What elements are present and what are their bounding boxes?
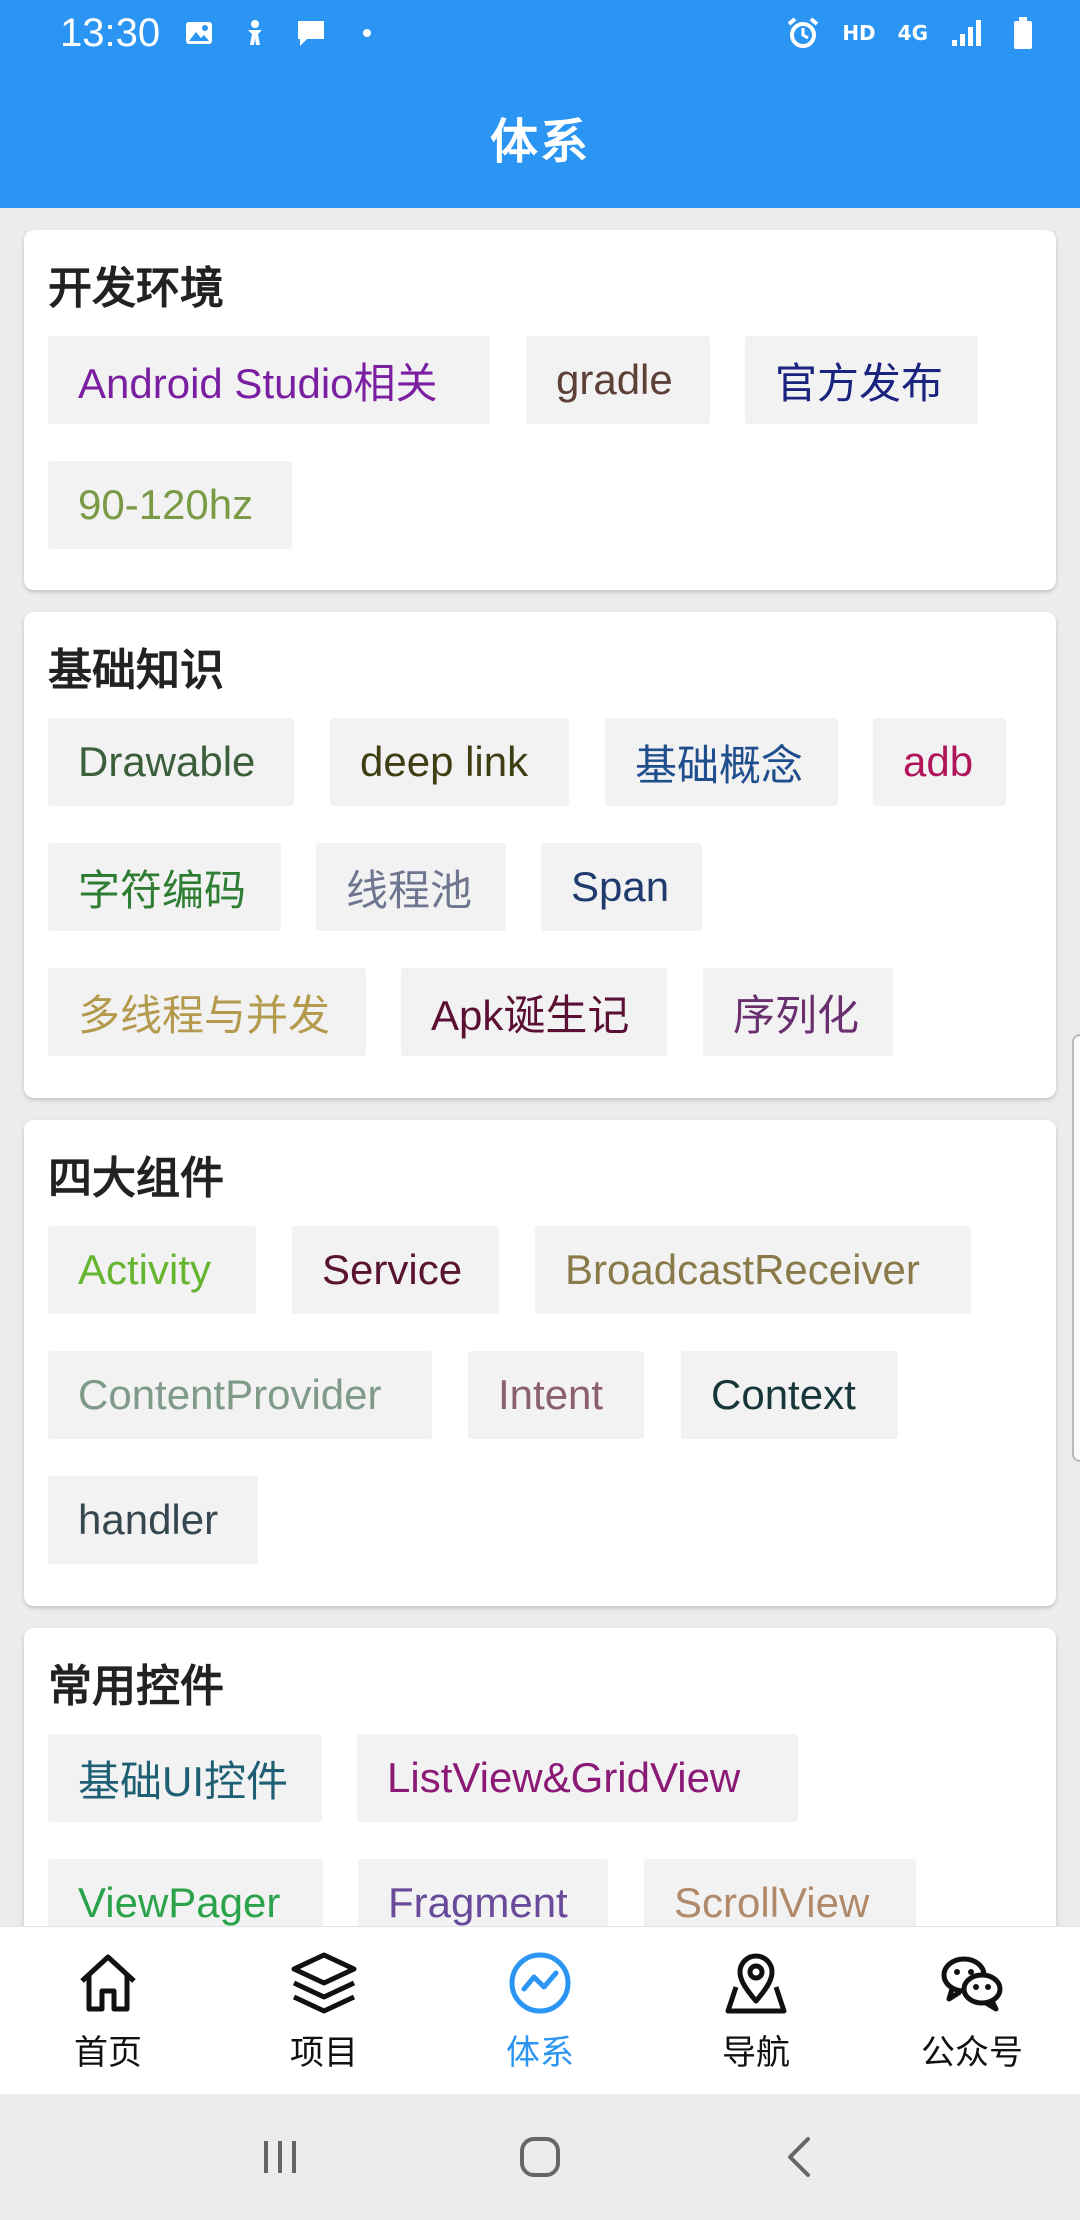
category-card-basics: 基础知识 Drawable deep link 基础概念 adb 字符编码 线程… bbox=[24, 612, 1056, 1098]
nav-item-system[interactable]: 体系 bbox=[432, 1927, 648, 2094]
image-icon bbox=[182, 16, 216, 50]
wechat-icon bbox=[941, 1956, 1003, 2012]
back-chevron-icon bbox=[788, 2137, 810, 2177]
battery-icon bbox=[1006, 16, 1040, 50]
category-title: 基础知识 bbox=[48, 645, 224, 696]
tag-chip[interactable]: Android Studio相关 bbox=[48, 336, 490, 424]
category-title: 常用控件 bbox=[48, 1661, 224, 1712]
tag-chip[interactable]: 序列化 bbox=[703, 968, 893, 1056]
map-pin-icon bbox=[725, 1953, 787, 2014]
recent-apps-button[interactable] bbox=[240, 2117, 320, 2197]
nav-label: 公众号 bbox=[921, 2033, 1023, 2073]
nav-label: 体系 bbox=[506, 2033, 574, 2073]
nav-label: 导航 bbox=[722, 2033, 790, 2073]
trend-icon bbox=[509, 1952, 571, 2014]
tag-chip[interactable]: 90-120hz bbox=[48, 461, 292, 549]
tag-chip[interactable]: 字符编码 bbox=[48, 843, 281, 931]
home-circle-icon bbox=[520, 2137, 560, 2177]
tag-chip[interactable]: 基础UI控件 bbox=[48, 1734, 322, 1822]
tag-chip[interactable]: handler bbox=[48, 1476, 258, 1564]
tag-chip[interactable]: Intent bbox=[468, 1351, 644, 1439]
tag-chip[interactable]: Fragment bbox=[358, 1859, 608, 1926]
category-card-dev-env: 开发环境 Android Studio相关 gradle 官方发布 90-120… bbox=[24, 230, 1056, 590]
app-bar: 13:30 HD 4G 体系 bbox=[0, 0, 1080, 208]
nav-item-navigation[interactable]: 导航 bbox=[648, 1927, 864, 2094]
system-navigation-bar bbox=[0, 2094, 1080, 2220]
tag-chip[interactable]: Activity bbox=[48, 1226, 256, 1314]
category-title: 开发环境 bbox=[48, 263, 224, 314]
nav-item-projects[interactable]: 项目 bbox=[216, 1927, 432, 2094]
nav-item-wechat[interactable]: 公众号 bbox=[864, 1927, 1080, 2094]
tag-chip[interactable]: ListView&GridView bbox=[357, 1734, 798, 1822]
tag-chip[interactable]: 官方发布 bbox=[745, 336, 978, 424]
layers-icon bbox=[291, 1952, 357, 2014]
alarm-icon bbox=[786, 16, 820, 50]
category-card-components: 四大组件 Activity Service BroadcastReceiver … bbox=[24, 1120, 1056, 1606]
nav-label: 项目 bbox=[290, 2033, 358, 2073]
network-indicator: 4G bbox=[897, 21, 928, 45]
page-title: 体系 bbox=[489, 114, 590, 170]
system-category-list[interactable]: 开发环境 Android Studio相关 gradle 官方发布 90-120… bbox=[0, 208, 1080, 1926]
back-button[interactable] bbox=[760, 2117, 840, 2197]
status-time: 13:30 bbox=[60, 10, 161, 55]
dot-icon bbox=[350, 16, 384, 50]
tag-chip[interactable]: 线程池 bbox=[316, 843, 506, 931]
bottom-navigation: 首页 项目 体系 导航 公众号 bbox=[0, 1926, 1080, 2094]
tag-chip[interactable]: ScrollView bbox=[644, 1859, 916, 1926]
tag-chip[interactable]: ViewPager bbox=[48, 1859, 323, 1926]
category-card-widgets: 常用控件 基础UI控件 ListView&GridView ViewPager … bbox=[24, 1628, 1056, 1926]
tag-chip[interactable]: Apk诞生记 bbox=[401, 968, 667, 1056]
tag-chip[interactable]: Span bbox=[541, 843, 702, 931]
tag-chip[interactable]: deep link bbox=[330, 718, 569, 806]
home-button[interactable] bbox=[500, 2117, 580, 2197]
tag-chip[interactable]: Drawable bbox=[48, 718, 294, 806]
tag-chip[interactable]: gradle bbox=[526, 336, 710, 424]
tag-chip[interactable]: Service bbox=[292, 1226, 499, 1314]
message-icon bbox=[294, 16, 328, 50]
nav-item-home[interactable]: 首页 bbox=[0, 1927, 216, 2094]
edge-panel-handle[interactable] bbox=[1072, 1034, 1080, 1462]
nav-label: 首页 bbox=[74, 2033, 142, 2073]
signal-icon bbox=[950, 16, 984, 50]
tag-chip[interactable]: 多线程与并发 bbox=[48, 968, 366, 1056]
accessibility-icon bbox=[238, 16, 272, 50]
status-bar: 13:30 HD 4G bbox=[0, 0, 1080, 66]
home-icon bbox=[80, 1954, 136, 2012]
category-title: 四大组件 bbox=[48, 1153, 224, 1204]
tag-chip[interactable]: Context bbox=[681, 1351, 898, 1439]
tag-chip[interactable]: ContentProvider bbox=[48, 1351, 432, 1439]
hd-indicator: HD bbox=[842, 21, 876, 45]
recent-apps-icon bbox=[264, 2141, 296, 2173]
tag-chip[interactable]: BroadcastReceiver bbox=[535, 1226, 971, 1314]
tag-chip[interactable]: 基础概念 bbox=[605, 718, 838, 806]
tag-chip[interactable]: adb bbox=[873, 718, 1006, 806]
